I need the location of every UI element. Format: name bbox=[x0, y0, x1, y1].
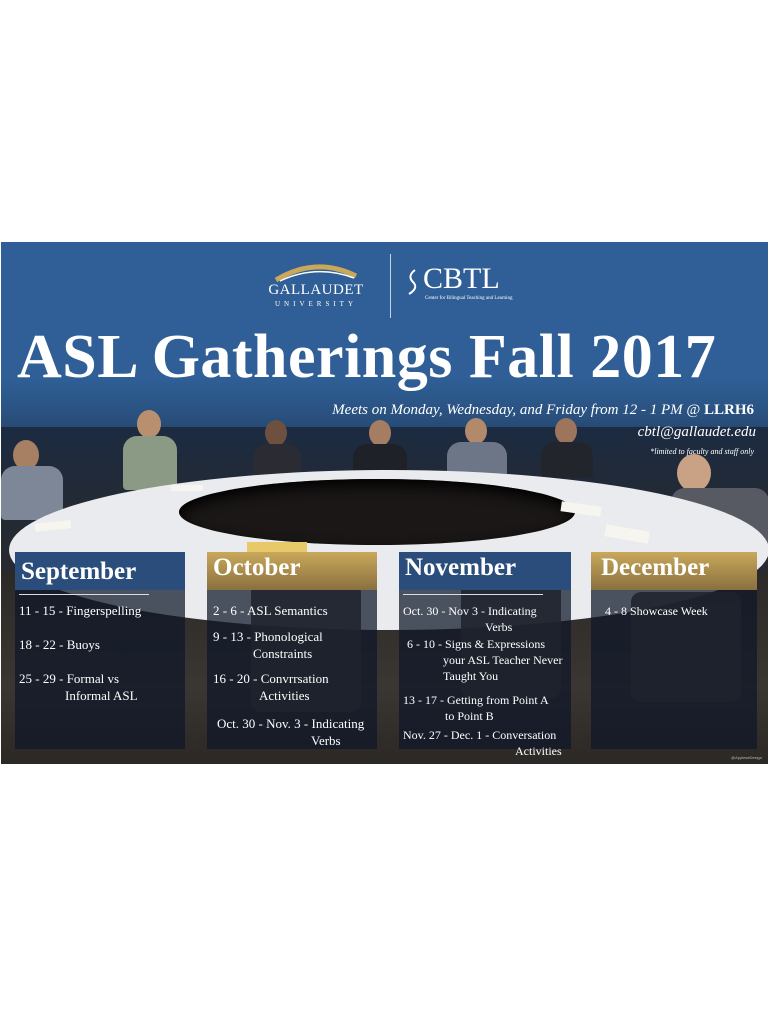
meeting-schedule: Meets on Monday, Wednesday, and Friday f… bbox=[332, 402, 701, 418]
month-column-october: October 2 - 6 - ASL Semantics 9 - 13 - P… bbox=[207, 552, 377, 749]
schedule-item-cont: Verbs bbox=[485, 620, 513, 634]
schedule-item: Oct. 30 - Nov. 3 - Indicating bbox=[217, 716, 365, 731]
event-poster: GALLAUDET UNIVERSITY CBTL Center for Bil… bbox=[1, 242, 768, 764]
schedule-item-cont: Informal ASL bbox=[65, 688, 138, 703]
schedule-item: 4 - 8 Showcase Week bbox=[605, 604, 708, 618]
schedule-item-cont: to Point B bbox=[445, 709, 494, 723]
month-title: December bbox=[601, 554, 710, 581]
schedule-item-cont: Activities bbox=[259, 688, 310, 703]
schedule-item-cont: Taught You bbox=[443, 669, 499, 683]
meeting-info: Meets on Monday, Wednesday, and Friday f… bbox=[332, 402, 754, 419]
month-title: November bbox=[405, 554, 517, 581]
table-center bbox=[179, 479, 575, 545]
eligibility-note: *limited to faculty and staff only bbox=[650, 447, 754, 456]
month-column-december: December 4 - 8 Showcase Week bbox=[591, 552, 757, 749]
person-silhouette bbox=[253, 420, 303, 480]
schedule-item: 11 - 15 - Fingerspelling bbox=[19, 603, 142, 618]
university-name: GALLAUDET bbox=[268, 282, 364, 298]
schedule-item: 18 - 22 - Buoys bbox=[19, 637, 100, 652]
schedule-item-cont: Activities bbox=[515, 744, 562, 758]
divider bbox=[403, 594, 543, 595]
schedule-item: 25 - 29 - Formal vs bbox=[19, 671, 120, 686]
person-silhouette bbox=[541, 418, 593, 478]
meeting-location: LLRH6 bbox=[703, 402, 754, 418]
arc-icon bbox=[274, 264, 358, 282]
schedule-item-cont: Verbs bbox=[311, 733, 341, 748]
month-column-november: November Oct. 30 - Nov 3 - Indicating Ve… bbox=[399, 552, 571, 758]
person-silhouette bbox=[121, 410, 181, 490]
month-title: October bbox=[213, 554, 301, 581]
university-sub: UNIVERSITY bbox=[275, 300, 357, 308]
contact-email: cbtl@gallaudet.edu bbox=[637, 424, 756, 440]
schedule-item: 13 - 17 - Getting from Point A bbox=[403, 693, 549, 707]
divider bbox=[19, 594, 149, 595]
paper bbox=[171, 485, 203, 491]
cbtl-name: CBTL bbox=[423, 262, 500, 295]
schedule-item: 2 - 6 - ASL Semantics bbox=[213, 603, 328, 618]
schedule-item-cont: your ASL Teacher Never bbox=[443, 653, 563, 667]
person-silhouette bbox=[1, 440, 71, 520]
logo-divider bbox=[390, 254, 391, 318]
schedule-item-cont: Constraints bbox=[253, 646, 313, 661]
schedule-item: 16 - 20 - Convrrsation bbox=[213, 671, 329, 686]
designer-credit: @AppleseDesign bbox=[731, 755, 762, 760]
schedule-item: 9 - 13 - Phonological bbox=[213, 629, 323, 644]
cbtl-sub: Center for Bilingual Teaching and Learni… bbox=[425, 296, 513, 301]
schedule-item: Nov. 27 - Dec. 1 - Conversation bbox=[403, 728, 557, 742]
schedule-item: 6 - 10 - Signs & Expressions bbox=[407, 637, 546, 651]
page-title: ASL Gatherings Fall 2017 bbox=[17, 323, 717, 391]
swirl-icon bbox=[408, 269, 417, 295]
month-title: September bbox=[21, 558, 137, 585]
month-column-september: September 11 - 15 - Fingerspelling 18 - … bbox=[15, 552, 185, 749]
schedule-item: Oct. 30 - Nov 3 - Indicating bbox=[403, 604, 537, 618]
